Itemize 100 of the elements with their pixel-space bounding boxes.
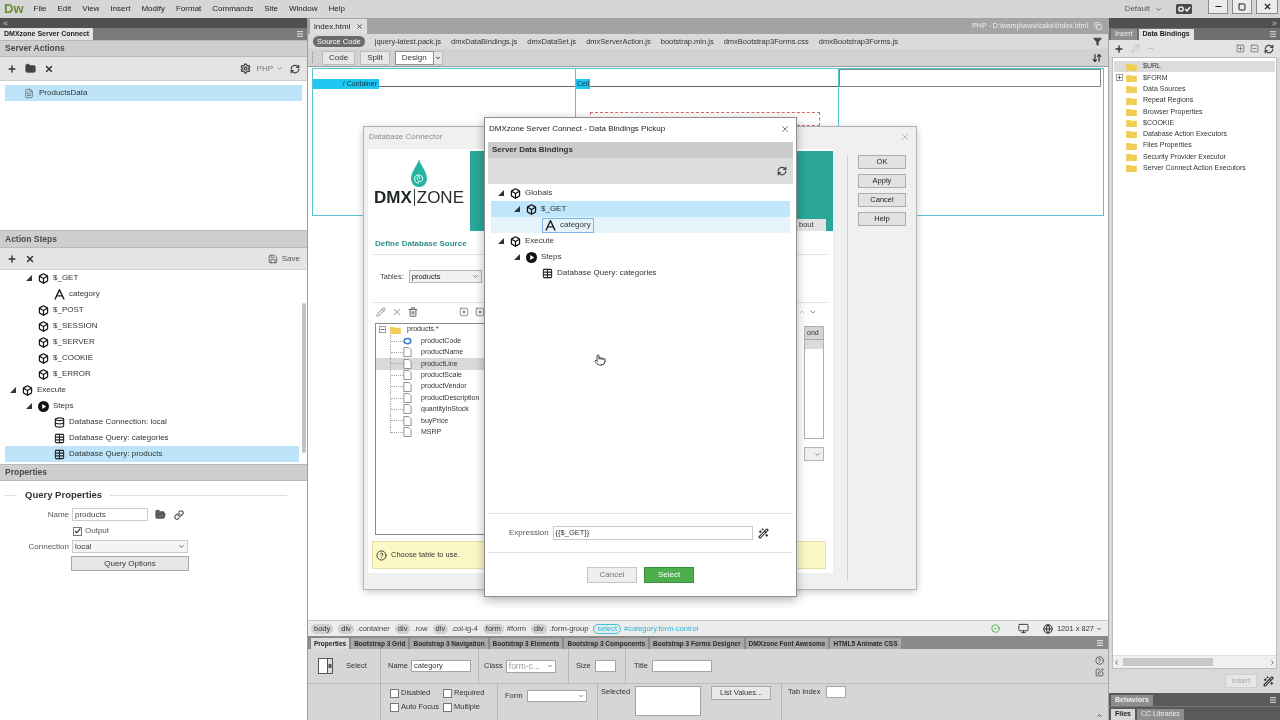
square-plus-icon[interactable] [459,307,469,317]
tree-item[interactable]: category [491,217,790,233]
menu-item[interactable]: Modify [141,4,165,14]
tree-item[interactable]: category [5,286,299,302]
globe-icon[interactable] [1042,623,1053,634]
language-dropdown[interactable]: PHP [256,62,283,75]
tree-item[interactable]: Execute [5,382,299,398]
scroll-left-icon[interactable] [1113,658,1120,666]
tree-item[interactable]: $_POST [5,302,299,318]
menu-item[interactable]: Site [264,4,278,14]
tree-item[interactable]: Steps [491,249,790,265]
tree-item[interactable]: $_GET [491,201,790,217]
checkbox[interactable] [390,702,399,712]
delete-icon[interactable] [44,63,54,74]
square-plus-icon[interactable] [475,307,485,317]
triangle-icon[interactable] [498,190,504,196]
panel-menu-icon[interactable] [296,30,304,38]
view-mode-button[interactable]: Code [322,50,356,65]
tree-item[interactable]: $_SERVER [5,334,299,350]
delete-icon[interactable] [25,253,35,264]
query-options-button[interactable]: Query Options [71,556,189,571]
menu-item[interactable]: File [33,4,47,14]
magic-wand-icon[interactable] [757,527,769,539]
move-down-icon[interactable] [809,308,817,316]
save-button[interactable]: Save [267,252,300,265]
tree-item[interactable]: $_GET [5,270,299,286]
edit-icon[interactable] [1095,667,1104,677]
panel-menu-icon[interactable] [1269,30,1277,38]
plus-icon[interactable] [7,253,17,264]
tree-item[interactable]: Database Connection: local [5,414,299,430]
close-button[interactable] [1256,0,1278,14]
tree-item[interactable]: Database Query: categories [491,265,790,281]
size-field[interactable] [594,660,616,672]
document-tab[interactable]: index.html [310,19,368,34]
expand-icon[interactable] [1271,19,1278,27]
tree-item[interactable]: Steps [5,398,299,414]
list-item[interactable]: ProductsData [5,85,302,101]
link-icon[interactable] [174,509,184,520]
panel-menu-icon[interactable] [1269,695,1277,704]
help-icon[interactable] [1095,655,1104,665]
triangle-icon[interactable] [10,387,16,393]
tab-index-field[interactable] [825,686,846,698]
tree-item[interactable]: $_ERROR [5,366,299,382]
triangle-icon[interactable] [498,238,504,244]
dialog-button[interactable]: Cancel [587,566,637,583]
folder-icon[interactable] [155,509,166,520]
menu-item[interactable]: Help [328,4,345,14]
settings-icon[interactable] [239,63,251,74]
close-icon[interactable] [780,123,790,134]
horizontal-scrollbar[interactable] [1113,655,1276,668]
name-field[interactable]: products [72,508,148,521]
collapse-icon[interactable] [2,19,9,27]
tree-item[interactable]: Database Query: products [5,446,299,462]
triangle-icon[interactable] [26,275,32,281]
tree-item[interactable]: $_COOKIE [5,350,299,366]
menu-item[interactable]: Commands [212,4,254,14]
checkbox[interactable] [390,688,399,698]
workspace-dropdown[interactable]: Default [1124,3,1162,15]
plus-icon[interactable] [1114,43,1124,54]
collapse-icon[interactable] [1096,712,1103,719]
tree-item[interactable]: Database Query: categories [5,430,299,446]
checkbox[interactable] [443,688,452,698]
plus-box-icon[interactable] [1116,74,1123,82]
menu-item[interactable]: Edit [57,4,72,14]
dropdown-button[interactable] [433,50,443,65]
triangle-icon[interactable] [514,254,520,260]
checkbox[interactable] [443,702,452,712]
menu-item[interactable]: Window [289,4,318,14]
checkbox[interactable] [73,526,82,536]
menu-item[interactable]: Insert [110,4,131,14]
sync-settings-icon[interactable] [1176,4,1192,14]
selected-listbox[interactable] [635,686,702,716]
scrollbar-thumb[interactable] [302,303,306,453]
tree-item[interactable]: Globals [491,185,790,201]
sort-icon[interactable] [1092,52,1102,63]
tree-item[interactable]: $_SESSION [5,318,299,334]
refresh-icon[interactable] [1264,43,1274,54]
menu-item[interactable]: Format [175,4,202,14]
folder-icon[interactable] [25,63,36,74]
refresh-icon[interactable] [777,166,787,176]
minimize-button[interactable] [1208,0,1228,14]
panel-menu-icon[interactable] [1096,639,1104,647]
title-field[interactable] [651,660,712,672]
minus-box-icon[interactable] [379,326,386,334]
dropdown-field[interactable] [804,447,824,461]
form-dropdown[interactable] [526,690,587,702]
triangle-icon[interactable] [26,403,32,409]
plus-icon[interactable] [7,63,17,74]
tree-item[interactable]: Execute [491,233,790,249]
scroll-right-icon[interactable] [1269,658,1276,666]
magic-wand-icon[interactable] [1263,675,1274,687]
menu-item[interactable]: View [82,4,100,14]
refresh-icon[interactable] [290,63,300,74]
trash-icon[interactable] [408,307,418,317]
triangle-icon[interactable] [514,206,520,212]
monitor-icon[interactable] [1016,623,1030,634]
connection-dropdown[interactable]: local [72,540,188,553]
view-mode-button[interactable]: Design [394,50,434,65]
close-icon[interactable] [356,23,364,30]
filter-icon[interactable] [1093,37,1102,46]
